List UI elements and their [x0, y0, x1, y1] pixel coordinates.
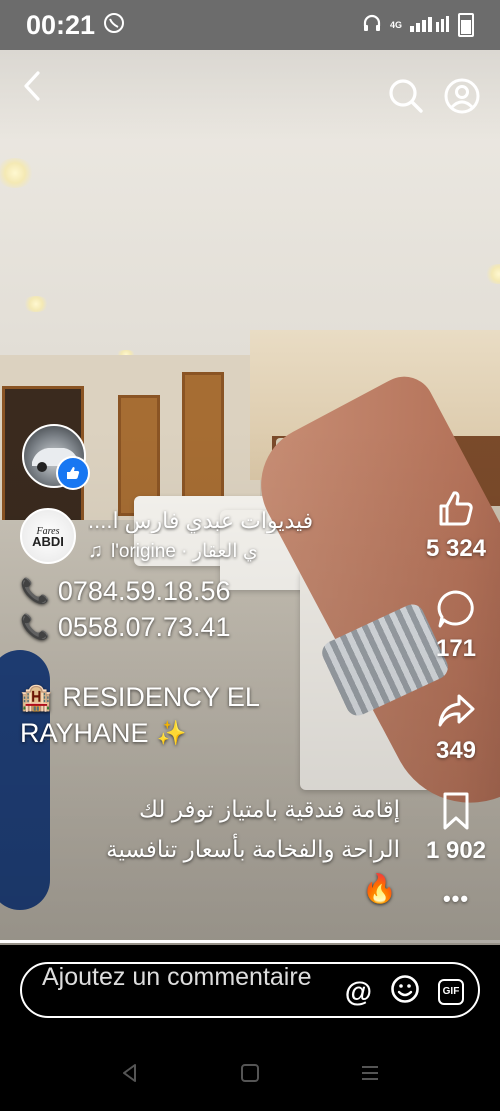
hotel-icon: 🏨 [20, 682, 53, 712]
author-avatar[interactable]: Fares ABDI [20, 508, 76, 564]
status-time: 00:21 [26, 9, 96, 40]
profile-icon [444, 78, 480, 114]
music-row[interactable]: ♫ l'origine · ي العقار [88, 540, 258, 563]
signal-icon [410, 14, 450, 37]
network-label: 4G [389, 20, 402, 30]
triangle-back-icon [123, 1064, 136, 1082]
emoji-icon[interactable] [390, 974, 420, 1009]
caption-title-text1: RESIDENCY EL [62, 682, 260, 712]
like-badge [56, 456, 90, 490]
author-logo-icon: FaresABDI [32, 526, 64, 549]
battery-icon [458, 13, 474, 37]
caption-title-line1: 🏨 RESIDENCY EL [20, 682, 260, 713]
phone-number-1: 0784.59.18.56 [57, 576, 231, 606]
phone-icon: 📞 [20, 614, 50, 641]
video-progress-fill [0, 940, 380, 943]
share-button[interactable]: 349 [418, 690, 494, 765]
nav-back-button[interactable] [119, 1062, 141, 1089]
search-icon [389, 79, 423, 113]
system-nav-bar [0, 1040, 500, 1111]
thumbs-up-icon [439, 491, 473, 526]
save-button[interactable]: 1 902 [418, 790, 494, 865]
comment-count: 171 [435, 635, 477, 662]
viber-icon [103, 12, 125, 39]
caption-arabic-line1: إقامة فندقية بامتياز توفر لك [139, 796, 400, 822]
headphones-icon [362, 13, 382, 38]
caption-title-line2: RAYHANE ✨ [20, 718, 186, 749]
comment-icon [437, 590, 474, 628]
mention-icon[interactable]: @ [345, 976, 372, 1008]
share-count: 349 [435, 737, 477, 764]
phone-number-2: 0558.07.73.41 [57, 612, 231, 642]
comment-button[interactable]: 171 [418, 588, 494, 663]
comment-input[interactable]: Ajoutez un commentaire @ GIF [20, 962, 480, 1018]
comment-placeholder: Ajoutez un commentaire [42, 963, 312, 991]
fire-icon: 🔥 [362, 873, 397, 904]
music-title: l'origine · ي العقار [111, 541, 258, 562]
nav-home-button[interactable] [239, 1062, 261, 1089]
square-home-icon [241, 1064, 259, 1082]
author-name[interactable]: فيديوات عبدي فارس ا.... [88, 508, 384, 534]
thumbs-up-icon [67, 467, 80, 479]
back-button[interactable] [10, 64, 54, 108]
video-progress-bar[interactable] [0, 940, 500, 943]
caption-arabic-line2: الراحة والفخامة بأسعار تنافسية [106, 836, 400, 862]
gif-icon[interactable]: GIF [438, 978, 464, 1005]
share-icon [438, 694, 475, 727]
music-note-icon: ♫ [88, 540, 103, 562]
more-icon: ••• [442, 886, 470, 911]
save-count: 1 902 [425, 837, 487, 864]
gif-label: GIF [442, 986, 460, 997]
search-button[interactable] [384, 74, 428, 118]
menu-lines-icon [362, 1066, 378, 1080]
phone-icon: 📞 [20, 578, 50, 605]
like-count: 5 324 [425, 535, 487, 562]
bookmark-icon [443, 792, 469, 830]
nav-recents-button[interactable] [359, 1062, 381, 1089]
like-button[interactable]: 5 324 [418, 488, 494, 563]
sparkle-icon: ✨ [156, 720, 187, 747]
caption-title-text2: RAYHANE [20, 718, 149, 748]
chevron-left-icon [24, 71, 40, 101]
profile-button[interactable] [440, 74, 484, 118]
more-button[interactable]: ••• [418, 886, 494, 912]
svg-text:ABDI: ABDI [32, 534, 64, 549]
caption-phone-1: 📞 0784.59.18.56 [20, 576, 231, 607]
status-bar: 00:21 4G [0, 0, 500, 50]
caption-phone-2: 📞 0558.07.73.41 [20, 612, 231, 643]
